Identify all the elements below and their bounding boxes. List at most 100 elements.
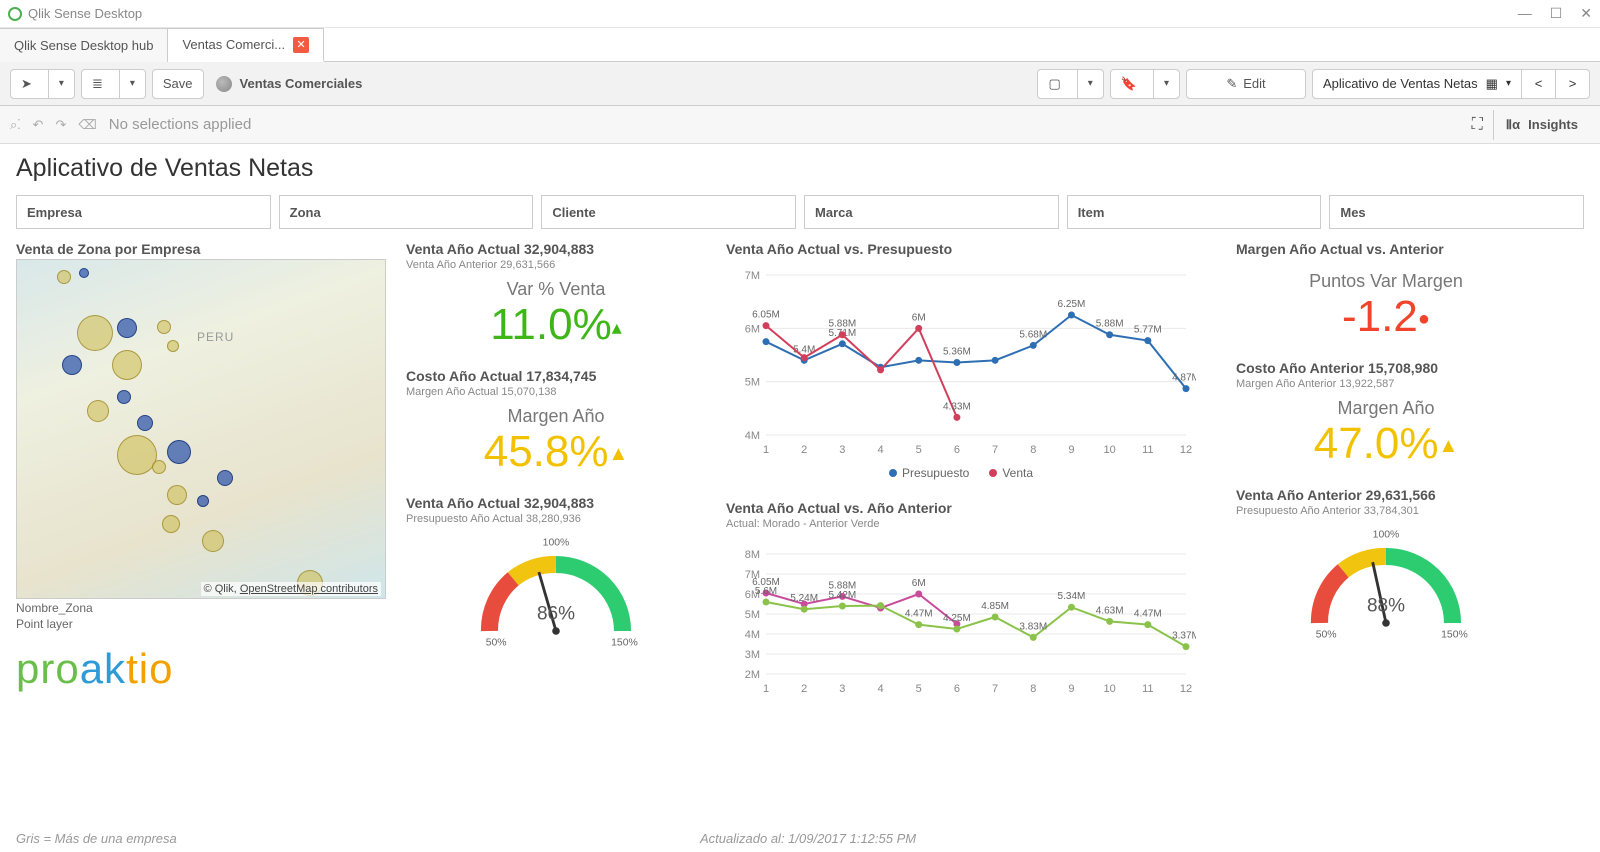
warn-icon: ▲: [1438, 435, 1458, 457]
bookmark-icon: 🔖: [1121, 76, 1137, 92]
kpi-margen-actual-sub: Margen Año Actual 15,070,138: [406, 386, 706, 398]
svg-text:7: 7: [992, 444, 998, 456]
insights-button[interactable]: Ⅱα Insights: [1493, 110, 1590, 140]
clear-selections-icon[interactable]: ⌫: [78, 117, 96, 133]
sheet-title: Aplicativo de Ventas Netas: [16, 154, 1584, 183]
caret-down-icon: ▾: [1164, 78, 1169, 89]
gauge-anterior[interactable]: 100% 88% 50% 150%: [1236, 525, 1536, 645]
filter-row: Empresa Zona Cliente Marca Item Mes: [16, 195, 1584, 229]
filter-empresa[interactable]: Empresa: [16, 195, 271, 229]
svg-text:4.33M: 4.33M: [943, 401, 971, 412]
svg-text:10: 10: [1104, 444, 1116, 456]
tab-ventas-label: Ventas Comerci...: [182, 37, 285, 52]
chart-anterior-sub: Actual: Morado - Anterior Verde: [726, 518, 1196, 530]
options-button[interactable]: ≣ ▾: [81, 69, 146, 99]
svg-text:9: 9: [1068, 444, 1074, 456]
gauge-actual[interactable]: 100% 86% 50% 150%: [406, 533, 706, 653]
svg-text:12: 12: [1180, 444, 1192, 456]
step-back-icon[interactable]: ↶: [33, 117, 44, 133]
svg-text:6M: 6M: [912, 312, 926, 323]
svg-text:5.6M: 5.6M: [755, 586, 777, 597]
next-sheet-button[interactable]: >: [1556, 69, 1590, 99]
svg-text:6M: 6M: [745, 323, 760, 335]
svg-text:1: 1: [763, 683, 769, 695]
kpi-presupuesto-sub: Presupuesto Año Actual 38,280,936: [406, 513, 706, 525]
svg-text:4.47M: 4.47M: [1134, 609, 1162, 620]
chart-presupuesto[interactable]: 4M5M6M7M1234567891011125.4M5.71M5.36M5.6…: [726, 259, 1196, 459]
tab-hub[interactable]: Qlik Sense Desktop hub: [0, 28, 168, 62]
kpi-puntos-var-value[interactable]: -1.2●: [1236, 292, 1536, 342]
filter-cliente[interactable]: Cliente: [541, 195, 796, 229]
maximize-button[interactable]: ☐: [1550, 5, 1563, 22]
kpi-margen-value[interactable]: 45.8%▲: [406, 427, 706, 477]
svg-text:5.68M: 5.68M: [1019, 329, 1047, 340]
svg-text:3.37M: 3.37M: [1172, 631, 1196, 642]
bookmark-button[interactable]: 🔖 ▾: [1110, 69, 1180, 99]
kpi-margen-ant-label: Margen Año: [1236, 398, 1536, 419]
minimize-button[interactable]: —: [1518, 5, 1532, 22]
kpi-venta-ant-title: Venta Año Anterior 29,631,566: [1236, 487, 1536, 503]
filter-marca[interactable]: Marca: [804, 195, 1059, 229]
selections-tool-icon[interactable]: ⛶: [1472, 116, 1483, 134]
svg-text:4: 4: [877, 444, 883, 456]
map-country-label: PERU: [197, 330, 234, 344]
svg-text:88%: 88%: [1367, 596, 1405, 617]
up-arrow-icon: ▴: [612, 317, 622, 339]
map-attribution-link[interactable]: OpenStreetMap contributors: [240, 583, 378, 595]
kpi-margen-ant-value[interactable]: 47.0%▲: [1236, 419, 1536, 469]
kpi-margen-label: Margen Año: [406, 406, 706, 427]
sheet-selector[interactable]: Aplicativo de Ventas Netas ▦ ▾: [1312, 69, 1522, 99]
svg-text:100%: 100%: [543, 538, 570, 549]
filter-item[interactable]: Item: [1067, 195, 1322, 229]
svg-text:4.85M: 4.85M: [981, 601, 1009, 612]
app-name: Ventas Comerciales: [216, 76, 363, 92]
filter-zona[interactable]: Zona: [279, 195, 534, 229]
svg-text:5.88M: 5.88M: [1096, 319, 1124, 330]
svg-text:5.42M: 5.42M: [828, 590, 856, 601]
save-button[interactable]: Save: [152, 69, 204, 99]
tab-ventas[interactable]: Ventas Comerci... ✕: [168, 28, 324, 62]
brand-logo: proaktio: [16, 645, 386, 693]
save-label: Save: [163, 76, 193, 91]
svg-text:2: 2: [801, 683, 807, 695]
svg-text:4: 4: [877, 683, 883, 695]
svg-text:8M: 8M: [745, 549, 760, 561]
svg-text:9: 9: [1068, 683, 1074, 695]
svg-text:2M: 2M: [745, 669, 760, 681]
footer-updated: Actualizado al: 1/09/2017 1:12:55 PM: [700, 831, 916, 846]
sheet-selector-label: Aplicativo de Ventas Netas: [1323, 76, 1478, 91]
step-forward-icon[interactable]: ↷: [55, 117, 66, 133]
svg-text:6M: 6M: [912, 578, 926, 589]
prev-sheet-button[interactable]: <: [1522, 69, 1556, 99]
story-button[interactable]: ▢ ▾: [1037, 69, 1103, 99]
svg-text:4.47M: 4.47M: [905, 609, 933, 620]
svg-text:5.34M: 5.34M: [1058, 591, 1086, 602]
filter-mes[interactable]: Mes: [1329, 195, 1584, 229]
insights-label: Insights: [1528, 117, 1578, 132]
toolbar: ➤ ▾ ≣ ▾ Save Ventas Comerciales ▢ ▾ 🔖 ▾ …: [0, 62, 1600, 106]
svg-text:5: 5: [916, 683, 922, 695]
svg-text:11: 11: [1142, 683, 1153, 695]
footer-note: Gris = Más de una empresa: [16, 831, 177, 846]
edit-button[interactable]: ✎ Edit: [1186, 69, 1306, 99]
kpi-var-venta-value[interactable]: 11.0%▴: [406, 300, 706, 350]
svg-text:10: 10: [1104, 683, 1116, 695]
kpi-margen-comp-title: Margen Año Actual vs. Anterior: [1236, 241, 1536, 257]
tab-bar: Qlik Sense Desktop hub Ventas Comerci...…: [0, 28, 1600, 62]
window-title: Qlik Sense Desktop: [28, 6, 142, 21]
chart-anterior-title: Venta Año Actual vs. Año Anterior: [726, 500, 1196, 516]
smart-search-icon[interactable]: ⌕⁚: [10, 117, 21, 133]
tab-close-icon[interactable]: ✕: [293, 37, 309, 53]
navigate-button[interactable]: ➤ ▾: [10, 69, 75, 99]
window-titlebar: Qlik Sense Desktop — ☐ ✕: [0, 0, 1600, 28]
svg-text:3: 3: [839, 444, 845, 456]
map-chart[interactable]: PERU: [16, 259, 386, 599]
svg-text:5M: 5M: [745, 377, 760, 389]
close-button[interactable]: ✕: [1580, 5, 1592, 22]
chart-presupuesto-title: Venta Año Actual vs. Presupuesto: [726, 241, 1196, 257]
kpi-venta-anterior-sub: Venta Año Anterior 29,631,566: [406, 259, 706, 271]
compass-icon: ➤: [21, 76, 32, 92]
chart-anterior[interactable]: 2M3M4M5M6M7M8M1234567891011126.05M5.88M6…: [726, 538, 1196, 698]
map-title: Venta de Zona por Empresa: [16, 241, 386, 257]
svg-text:6.25M: 6.25M: [1058, 299, 1086, 310]
